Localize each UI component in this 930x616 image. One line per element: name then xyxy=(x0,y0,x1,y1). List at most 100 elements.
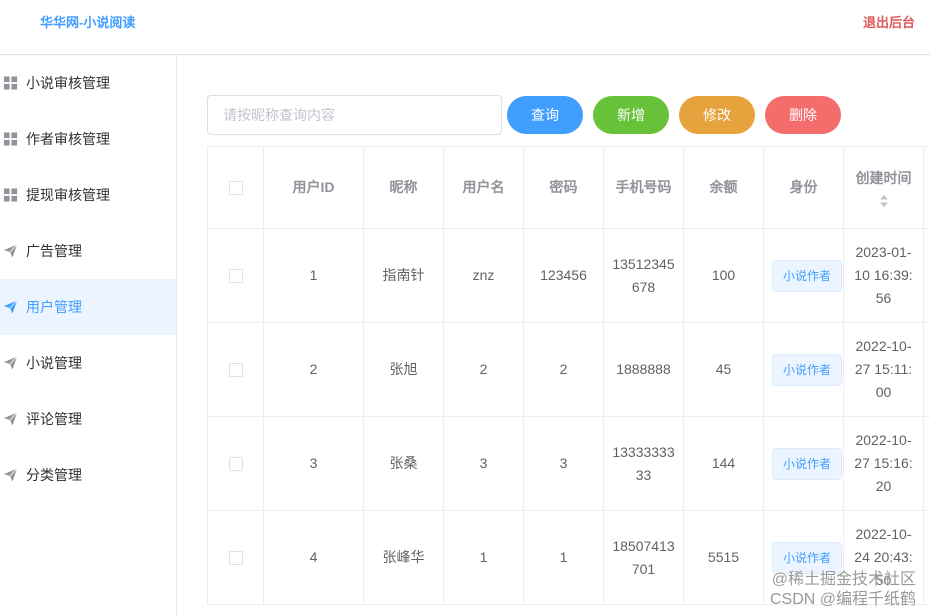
cell-balance: 45 xyxy=(683,322,764,417)
cell-username: 2 xyxy=(443,322,524,417)
column-header-label: 创建时间 xyxy=(855,170,912,186)
row-checkbox[interactable] xyxy=(228,363,243,378)
user-table: 用户ID 昵称 用户名 密码 手机号码 余额 身份 创建时间 1 指南针 znz xyxy=(207,146,930,616)
cell-password: 1 xyxy=(523,510,604,605)
cell-nickname: 张峰华 xyxy=(363,510,444,605)
sidebar-item-label: 广告管理 xyxy=(26,243,82,259)
row-checkbox[interactable] xyxy=(228,269,243,284)
sidebar-item-categories[interactable]: 分类管理 xyxy=(0,447,176,503)
grid-icon xyxy=(3,132,18,146)
role-tag: 小说作者 xyxy=(772,353,843,386)
cell-created: 2022-10-27 15:11:00 xyxy=(843,322,924,417)
cell-phone: 1333333333 xyxy=(603,416,684,511)
sidebar-item-novel-review[interactable]: 小说审核管理 xyxy=(0,55,176,111)
role-tag: 小说作者 xyxy=(772,259,843,292)
cell-phone: 18507413701 xyxy=(603,510,684,605)
column-header: 身份 xyxy=(763,146,844,229)
cell-user-id: 2 xyxy=(263,322,364,417)
cell-user-id: 3 xyxy=(263,416,364,511)
grid-icon xyxy=(3,188,18,202)
cell-nickname: 张桑 xyxy=(363,416,444,511)
column-header: 手机号码 xyxy=(603,146,684,229)
edit-button[interactable]: 修改 xyxy=(679,96,755,134)
cell-overflow xyxy=(923,416,930,511)
cell-username: 1 xyxy=(443,510,524,605)
sidebar-item-users[interactable]: 用户管理 xyxy=(0,279,176,335)
add-button[interactable]: 新增 xyxy=(593,96,669,134)
cell-nickname: 张旭 xyxy=(363,322,444,417)
cell-phone: 1888888 xyxy=(603,322,684,417)
column-header: 用户名 xyxy=(443,146,524,229)
cell-phone: 13512345678 xyxy=(603,228,684,323)
row-select-cell xyxy=(207,510,264,605)
column-header: 余额 xyxy=(683,146,764,229)
watermark-line: @稀土掘金技术社区 xyxy=(771,571,916,588)
cell-balance: 5515 xyxy=(683,510,764,605)
cell-overflow xyxy=(923,228,930,323)
logout-link[interactable]: 退出后台 xyxy=(863,12,915,31)
role-tag: 小说作者 xyxy=(772,447,843,480)
table-row[interactable]: 1 指南针 znz 123456 13512345678 100 小说作者 20… xyxy=(207,228,930,323)
paper-plane-icon xyxy=(3,300,18,314)
paper-plane-icon xyxy=(3,244,18,258)
paper-plane-icon xyxy=(3,412,18,426)
grid-icon xyxy=(3,76,18,90)
cell-role: 小说作者 xyxy=(763,228,844,323)
search-input[interactable] xyxy=(207,95,502,135)
sidebar-item-label: 分类管理 xyxy=(26,467,82,483)
column-header: 用户ID xyxy=(263,146,364,229)
table-row[interactable]: 2 张旭 2 2 1888888 45 小说作者 2022-10-27 15:1… xyxy=(207,322,930,417)
top-header: 华华网-小说阅读 退出后台 xyxy=(0,0,930,55)
paper-plane-icon xyxy=(3,356,18,370)
row-select-cell xyxy=(207,322,264,417)
column-header: 昵称 xyxy=(363,146,444,229)
table-header-row: 用户ID 昵称 用户名 密码 手机号码 余额 身份 创建时间 xyxy=(207,146,930,229)
row-checkbox[interactable] xyxy=(228,457,243,472)
delete-button[interactable]: 删除 xyxy=(765,96,841,134)
sidebar-item-label: 提现审核管理 xyxy=(26,187,110,203)
sidebar-item-novels[interactable]: 小说管理 xyxy=(0,335,176,391)
cell-username: 3 xyxy=(443,416,524,511)
sidebar-item-label: 评论管理 xyxy=(26,411,82,427)
watermark-line: CSDN @编程千纸鹤 xyxy=(769,591,916,608)
cell-balance: 100 xyxy=(683,228,764,323)
row-checkbox[interactable] xyxy=(228,551,243,566)
cell-user-id: 1 xyxy=(263,228,364,323)
header-select-all xyxy=(207,146,264,229)
cell-username: znz xyxy=(443,228,524,323)
cell-role: 小说作者 xyxy=(763,322,844,417)
paper-plane-icon xyxy=(3,468,18,482)
cell-overflow xyxy=(923,322,930,417)
cell-user-id: 4 xyxy=(263,510,364,605)
sidebar-item-label: 小说审核管理 xyxy=(26,75,110,91)
column-header-created[interactable]: 创建时间 xyxy=(843,146,924,229)
sidebar-item-withdraw-review[interactable]: 提现审核管理 xyxy=(0,167,176,223)
brand-title: 华华网-小说阅读 xyxy=(40,15,136,30)
select-all-checkbox[interactable] xyxy=(228,181,243,196)
cell-password: 3 xyxy=(523,416,604,511)
table-row[interactable]: 3 张桑 3 3 1333333333 144 小说作者 2022-10-27 … xyxy=(207,416,930,511)
sidebar-item-ads[interactable]: 广告管理 xyxy=(0,223,176,279)
cell-overflow xyxy=(923,510,930,605)
cell-role: 小说作者 xyxy=(763,416,844,511)
column-overflow xyxy=(923,146,930,229)
row-select-cell xyxy=(207,228,264,323)
cell-password: 123456 xyxy=(523,228,604,323)
cell-balance: 144 xyxy=(683,416,764,511)
sidebar-item-label: 小说管理 xyxy=(26,355,82,371)
cell-password: 2 xyxy=(523,322,604,417)
cell-created: 2023-01-10 16:39:56 xyxy=(843,228,924,323)
cell-nickname: 指南针 xyxy=(363,228,444,323)
row-select-cell xyxy=(207,416,264,511)
role-tag: 小说作者 xyxy=(772,541,843,574)
sidebar-item-label: 用户管理 xyxy=(26,299,82,315)
sidebar-menu: 小说审核管理 作者审核管理 提现审核管理 广告管理 用户管理 小说管理 评论管理… xyxy=(0,55,177,616)
sidebar-item-author-review[interactable]: 作者审核管理 xyxy=(0,111,176,167)
cell-created: 2022-10-27 15:16:20 xyxy=(843,416,924,511)
query-button[interactable]: 查询 xyxy=(507,96,583,134)
watermark: @稀土掘金技术社区 CSDN @编程千纸鹤 xyxy=(770,570,916,610)
sort-caret-icon[interactable] xyxy=(879,194,889,208)
sidebar-item-label: 作者审核管理 xyxy=(26,131,110,147)
sidebar-item-comments[interactable]: 评论管理 xyxy=(0,391,176,447)
column-header: 密码 xyxy=(523,146,604,229)
